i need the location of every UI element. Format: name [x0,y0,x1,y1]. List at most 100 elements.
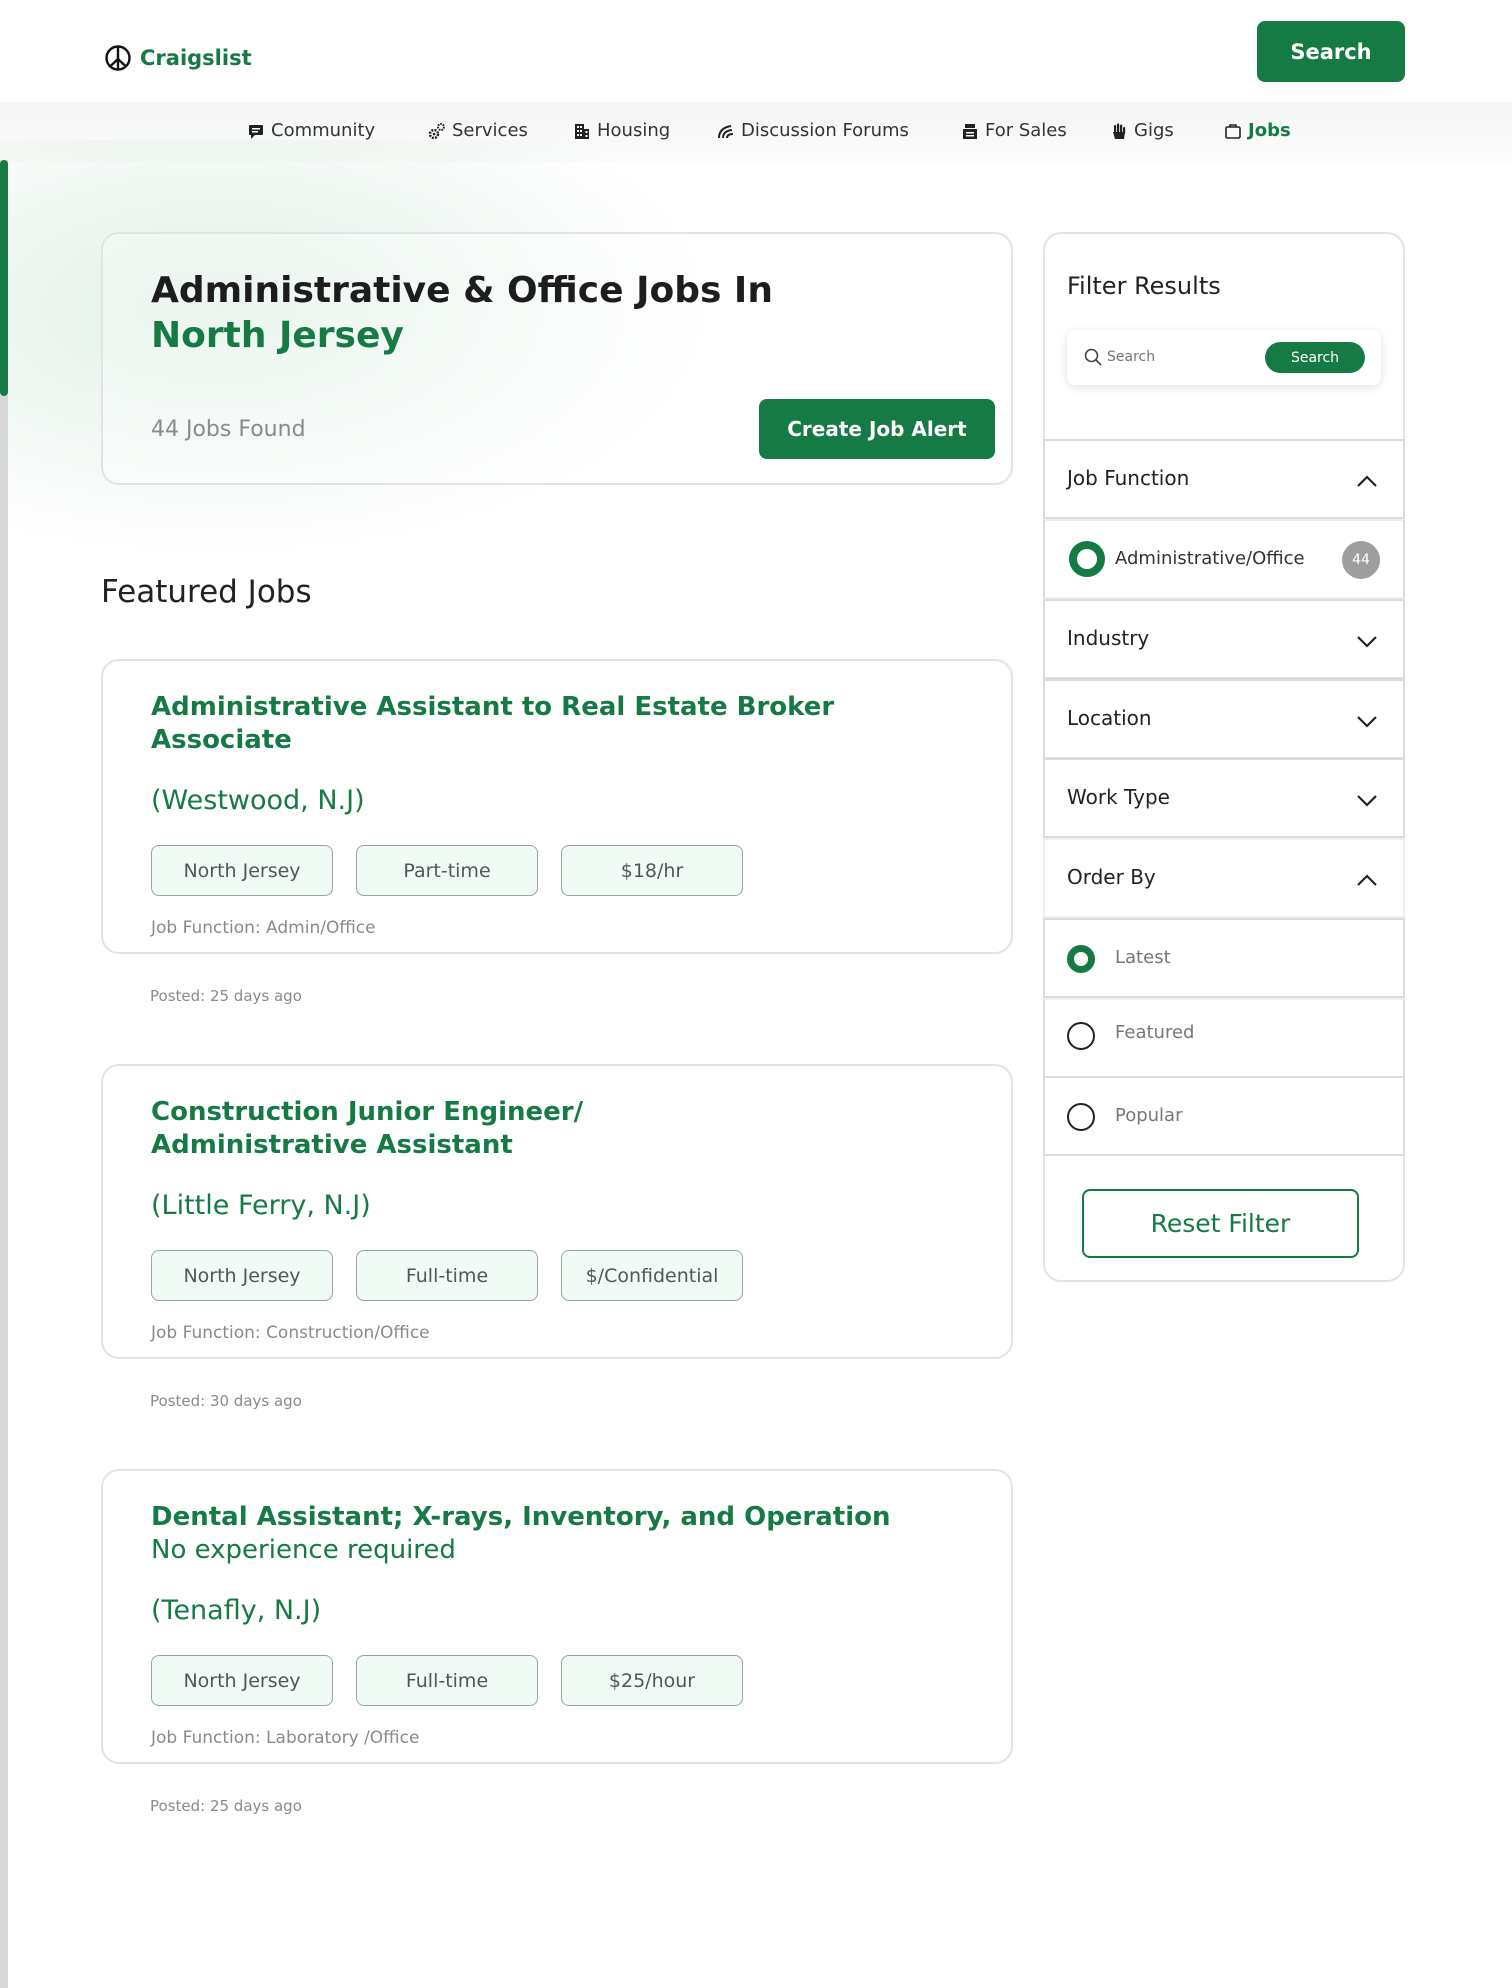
peace-icon [105,45,131,71]
job-function: Job Function: Construction/Office [151,1323,430,1343]
job-tag-work-type: Full-time [356,1250,538,1301]
job-title-text[interactable]: Construction Junior Engineer/ Administra… [151,1097,583,1160]
filter-location-header[interactable]: Location [1043,679,1405,759]
order-option-popular[interactable]: Popular [1043,1076,1405,1156]
scrollbar-thumb[interactable] [0,160,8,396]
job-title-text[interactable]: Administrative Assistant to Real Estate … [151,692,834,755]
logo-text: Craigslist [140,46,252,70]
radio-selected-icon[interactable] [1069,541,1105,577]
page-title: Administrative & Office Jobs In [151,270,773,311]
chevron-up-icon [1357,475,1377,487]
filter-location-label: Location [1067,706,1152,730]
order-option-label: Latest [1115,947,1171,968]
filter-job-function-header[interactable]: Job Function [1043,439,1405,519]
nav-label-jobs: Jobs [1248,120,1291,141]
job-location: (Little Ferry, N.J) [151,1190,371,1221]
count-badge: 44 [1342,541,1380,579]
nav-label-housing: Housing [597,120,671,141]
job-tag-pay: $25/hour [561,1655,743,1706]
job-tags: North Jersey Part-time $18/hr [151,845,743,896]
nav-label-community: Community [271,120,376,141]
job-title-note: No experience required [151,1535,456,1565]
chevron-down-icon [1357,636,1377,648]
header-search-button[interactable]: Search [1257,21,1405,82]
nav-label-discussion-forums: Discussion Forums [741,120,909,141]
filter-industry-header[interactable]: Industry [1043,599,1405,679]
nav-item-community[interactable]: Community [247,120,375,141]
filter-option-label: Administrative/Office [1115,548,1305,569]
filter-order-by-label: Order By [1067,865,1156,889]
chevron-down-icon [1357,795,1377,807]
job-location: (Westwood, N.J) [151,785,365,816]
job-card[interactable]: Administrative Assistant to Real Estate … [101,659,1013,954]
logo[interactable]: Craigslist [104,44,252,72]
job-card[interactable]: Construction Junior Engineer/ Administra… [101,1064,1013,1359]
nav-item-jobs[interactable]: Jobs [1224,120,1291,141]
reset-filter-button[interactable]: Reset Filter [1082,1189,1359,1258]
nav-item-for-sales[interactable]: For Sales [961,120,1067,141]
job-posted-date: Posted: 25 days ago [150,987,302,1005]
site-header: Craigslist Search [0,0,1512,102]
radio-unselected-icon[interactable] [1067,1103,1095,1131]
chevron-up-icon [1357,874,1377,886]
filter-order-by-header[interactable]: Order By [1043,838,1405,918]
job-posted-date: Posted: 30 days ago [150,1392,302,1410]
nav-label-services: Services [452,120,528,141]
order-option-label: Popular [1115,1105,1183,1126]
filter-option-administrative-office[interactable]: Administrative/Office 44 [1043,519,1405,599]
chevron-down-icon [1357,716,1377,728]
filter-search-box: Search [1067,330,1381,385]
scrollbar-track[interactable] [0,160,8,1988]
job-tag-pay: $18/hr [561,845,743,896]
filter-work-type-label: Work Type [1067,785,1170,809]
order-option-latest[interactable]: Latest [1043,918,1405,998]
job-tag-work-type: Full-time [356,1655,538,1706]
job-tags: North Jersey Full-time $/Confidential [151,1250,743,1301]
job-tag-region: North Jersey [151,1250,333,1301]
job-card[interactable]: Dental Assistant; X-rays, Inventory, and… [101,1469,1013,1764]
filter-search-button[interactable]: Search [1265,342,1365,373]
radio-unselected-icon[interactable] [1067,1022,1095,1050]
search-icon [1084,348,1102,366]
job-location: (Tenafly, N.J) [151,1595,322,1626]
job-tag-region: North Jersey [151,1655,333,1706]
community-icon [249,124,263,139]
filter-results-title: Filter Results [1067,272,1221,300]
nav-item-housing[interactable]: Housing [573,120,670,141]
briefcase-icon [1225,123,1241,139]
nav-item-services[interactable]: Services [428,120,528,141]
forums-icon [718,124,734,138]
nav-item-discussion-forums[interactable]: Discussion Forums [717,120,909,141]
job-tag-work-type: Part-time [356,845,538,896]
filter-industry-label: Industry [1067,626,1150,650]
filter-work-type-header[interactable]: Work Type [1043,758,1405,838]
featured-jobs-heading: Featured Jobs [101,574,312,610]
order-option-featured[interactable]: Featured [1043,998,1405,1078]
jobs-found-count: 44 Jobs Found [151,417,306,442]
nav-item-gigs[interactable]: Gigs [1110,120,1174,141]
hand-icon [1113,123,1126,139]
nav-label-gigs: Gigs [1134,120,1174,141]
page-subtitle-region: North Jersey [151,315,404,356]
job-tag-region: North Jersey [151,845,333,896]
job-title[interactable]: Dental Assistant; X-rays, Inventory, and… [151,1501,951,1567]
order-option-label: Featured [1115,1022,1195,1043]
job-title[interactable]: Construction Junior Engineer/ Administra… [151,1096,671,1162]
nav-label-for-sales: For Sales [985,120,1067,141]
filter-job-function-label: Job Function [1067,466,1190,490]
job-title[interactable]: Administrative Assistant to Real Estate … [151,691,911,757]
job-function: Job Function: Admin/Office [151,918,376,938]
sale-icon [963,123,977,139]
job-tag-pay: $/Confidential [561,1250,743,1301]
hero-card: Administrative & Office Jobs In North Je… [101,232,1013,485]
job-posted-date: Posted: 25 days ago [150,1797,302,1815]
filter-search-input[interactable] [1107,344,1257,370]
filter-sidebar: Filter Results Search Job Function Admin… [1043,232,1405,1282]
job-function: Job Function: Laboratory /Office [151,1728,420,1748]
create-job-alert-button[interactable]: Create Job Alert [759,399,995,459]
job-title-text[interactable]: Dental Assistant; X-rays, Inventory, and… [151,1502,891,1532]
job-tags: North Jersey Full-time $25/hour [151,1655,743,1706]
gears-icon [428,122,445,139]
radio-selected-icon[interactable] [1067,945,1095,973]
building-icon [575,123,589,139]
